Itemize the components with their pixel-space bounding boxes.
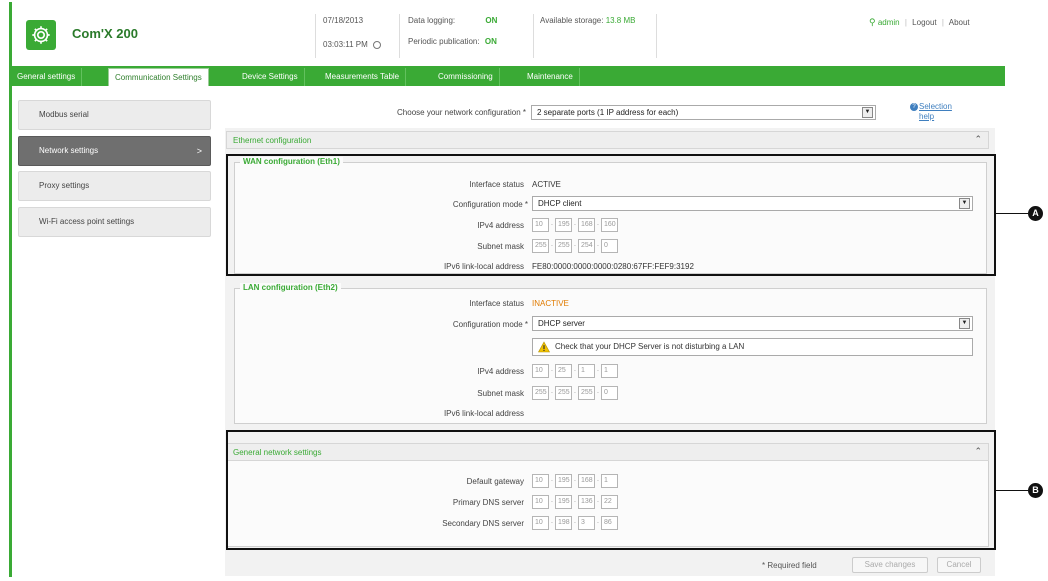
periodic-publication-value: ON bbox=[484, 37, 497, 46]
callout-box-a bbox=[226, 154, 996, 276]
network-configuration-select[interactable]: 2 separate ports (1 IP address for each)… bbox=[531, 105, 876, 120]
ip-octet-field[interactable]: 10 bbox=[532, 364, 549, 378]
selection-help-link[interactable]: Selection help bbox=[908, 102, 952, 122]
lan-ipv6-label: IPv6 link-local address bbox=[443, 409, 524, 418]
header: Com'X 200 07/18/2013 03:03:11 PM Data lo… bbox=[12, 8, 1005, 66]
tab-measurements-table[interactable]: Measurements Table bbox=[319, 68, 407, 86]
sidebar-item-wifi-access-point[interactable]: Wi-Fi access point settings bbox=[18, 207, 211, 237]
callout-leader-line bbox=[996, 213, 1028, 214]
clock-icon bbox=[373, 40, 382, 49]
periodic-publication-status: Periodic publication: ON bbox=[408, 37, 497, 46]
chevron-up-icon[interactable]: ⌃ bbox=[974, 134, 982, 145]
warning-icon bbox=[538, 341, 550, 353]
tab-communication-settings[interactable]: Communication Settings bbox=[108, 68, 209, 86]
lan-interface-status-label: Interface status bbox=[469, 299, 524, 308]
required-field-note: * Required field bbox=[762, 561, 817, 570]
window-frame bbox=[9, 2, 12, 577]
sidebar-item-modbus-serial[interactable]: Modbus serial bbox=[18, 100, 211, 130]
gear-logo-icon bbox=[26, 20, 56, 50]
lan-subnet-label: Subnet mask bbox=[477, 389, 524, 398]
callout-marker-b: B bbox=[1028, 483, 1043, 498]
help-link-line: help bbox=[919, 112, 935, 121]
ip-octet-field[interactable]: 255 bbox=[555, 386, 572, 400]
ip-separator: . bbox=[551, 388, 553, 395]
tab-general-settings[interactable]: General settings bbox=[11, 68, 83, 86]
header-divider bbox=[656, 14, 657, 58]
storage-status: Available storage: 13.8 MB bbox=[540, 16, 635, 25]
user-icon: ⚲ bbox=[869, 17, 876, 27]
save-changes-button[interactable]: Save changes bbox=[852, 557, 928, 573]
lan-configuration-mode-select[interactable]: DHCP server ▼ bbox=[532, 316, 973, 331]
callout-leader-line bbox=[996, 490, 1028, 491]
ip-separator: . bbox=[574, 388, 576, 395]
ip-octet-field[interactable]: 255 bbox=[532, 386, 549, 400]
time-text: 03:03:11 PM bbox=[323, 40, 368, 49]
about-link[interactable]: About bbox=[949, 18, 970, 27]
ip-octet-field[interactable]: 25 bbox=[555, 364, 572, 378]
chevron-right-icon: > bbox=[196, 146, 202, 156]
user-name-link[interactable]: admin bbox=[878, 18, 900, 27]
dhcp-warning-message: Check that your DHCP Server is not distu… bbox=[532, 338, 973, 356]
sidebar-item-label: Modbus serial bbox=[39, 110, 89, 119]
sidebar-item-network-settings[interactable]: Network settings > bbox=[18, 136, 211, 166]
lan-configuration-legend: LAN configuration (Eth2) bbox=[240, 283, 341, 292]
date-text: 07/18/2013 bbox=[323, 16, 364, 25]
periodic-publication-label: Periodic publication: bbox=[408, 37, 480, 46]
callout-box-b bbox=[226, 430, 996, 550]
section-title: Ethernet configuration bbox=[233, 136, 312, 145]
network-configuration-value: 2 separate ports (1 IP address for each) bbox=[537, 108, 679, 117]
separator: | bbox=[941, 18, 944, 27]
ip-separator: . bbox=[597, 366, 599, 373]
warning-text: Check that your DHCP Server is not distu… bbox=[555, 342, 745, 351]
cancel-button[interactable]: Cancel bbox=[937, 557, 981, 573]
header-divider bbox=[533, 14, 534, 58]
dropdown-arrow-icon: ▼ bbox=[862, 107, 873, 118]
app-title: Com'X 200 bbox=[72, 26, 138, 41]
ethernet-configuration-header[interactable]: Ethernet configuration ⌃ bbox=[226, 131, 989, 149]
data-logging-label: Data logging: bbox=[408, 16, 456, 25]
ip-octet-field[interactable]: 1 bbox=[578, 364, 595, 378]
lan-interface-status-value: INACTIVE bbox=[532, 299, 569, 308]
storage-label: Available storage: bbox=[540, 16, 604, 25]
lan-configuration-mode-label: Configuration mode * bbox=[452, 320, 528, 329]
ip-separator: . bbox=[551, 366, 553, 373]
help-link-line: Selection bbox=[919, 102, 952, 111]
tab-maintenance[interactable]: Maintenance bbox=[521, 68, 580, 86]
sidebar-item-label: Network settings bbox=[39, 146, 99, 155]
main-tab-bar: General settings Communication Settings … bbox=[9, 66, 1005, 86]
lan-configuration-fieldset bbox=[234, 288, 987, 424]
logout-link[interactable]: Logout bbox=[912, 18, 936, 27]
tab-device-settings[interactable]: Device Settings bbox=[236, 68, 305, 86]
sidebar-item-proxy-settings[interactable]: Proxy settings bbox=[18, 171, 211, 201]
network-configuration-label: Choose your network configuration * bbox=[397, 108, 526, 117]
data-logging-value: ON bbox=[485, 16, 498, 25]
lan-configuration-mode-value: DHCP server bbox=[538, 319, 585, 328]
sidebar-item-label: Proxy settings bbox=[39, 181, 90, 190]
data-logging-status: Data logging: ON bbox=[408, 16, 497, 25]
header-divider bbox=[399, 14, 400, 58]
ip-octet-field[interactable]: 255 bbox=[578, 386, 595, 400]
storage-value: 13.8 MB bbox=[605, 16, 636, 25]
ip-separator: . bbox=[574, 366, 576, 373]
ip-octet-field[interactable]: 1 bbox=[601, 364, 618, 378]
callout-marker-a: A bbox=[1028, 206, 1043, 221]
lan-ipv4-label: IPv4 address bbox=[477, 367, 524, 376]
dropdown-arrow-icon: ▼ bbox=[959, 318, 970, 329]
ip-separator: . bbox=[597, 388, 599, 395]
header-divider bbox=[315, 14, 316, 58]
tab-commissioning[interactable]: Commissioning bbox=[432, 68, 500, 86]
separator: | bbox=[904, 18, 907, 27]
user-menu: ⚲ admin | Logout | About bbox=[869, 17, 970, 28]
time-display: 03:03:11 PM bbox=[323, 40, 382, 49]
ip-octet-field[interactable]: 0 bbox=[601, 386, 618, 400]
sidebar-item-label: Wi-Fi access point settings bbox=[39, 217, 135, 226]
